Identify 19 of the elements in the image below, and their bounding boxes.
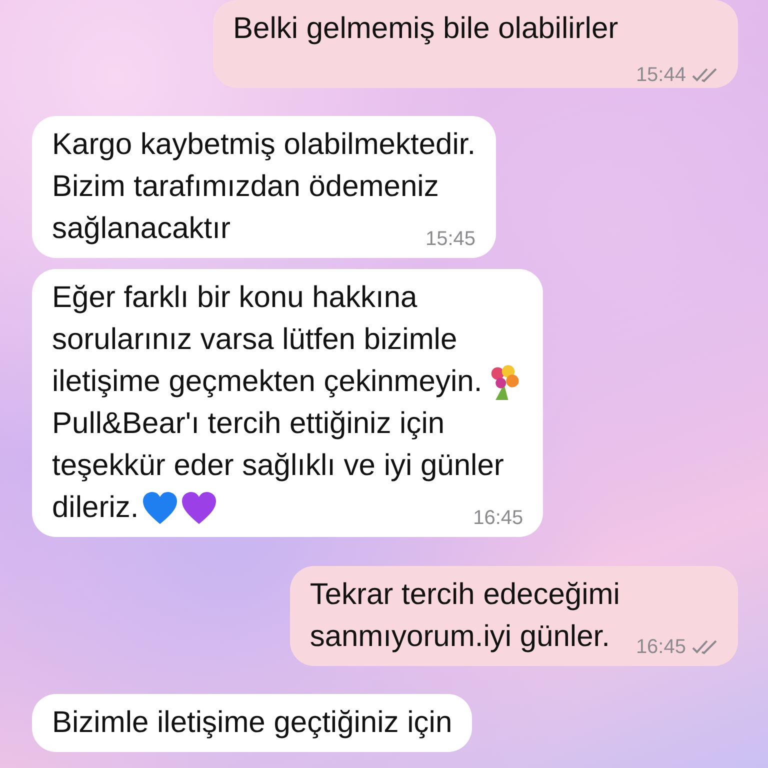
message-time: 15:45 xyxy=(425,227,476,252)
message-text: Pull&Bear'ı tercih ettiğiniz için xyxy=(52,406,445,442)
message-text: sanmıyorum.iyi günler. xyxy=(310,619,610,655)
message-text: sağlanacaktır xyxy=(52,211,230,247)
message-text: Eğer farklı bir konu hakkına xyxy=(52,280,418,316)
message-text: sorularınız varsa lütfen bizimle xyxy=(52,322,458,358)
message-time: 16:45 xyxy=(473,506,524,531)
message-time: 15:44 xyxy=(636,63,686,88)
message-text: Bizimle iletişime geçtiğiniz için xyxy=(52,705,452,741)
message-text: Kargo kaybetmiş olabilmektedir. xyxy=(52,127,476,163)
message-text: Tekrar tercih edeceğimi xyxy=(310,577,620,613)
heart-icon xyxy=(180,491,217,525)
message-text: Bizim tarafımızdan ödemeniz xyxy=(52,169,439,205)
message-text: teşekkür eder sağlıklı ve iyi günler xyxy=(52,448,504,484)
message-text: Belki gelmemiş bile olabilirler xyxy=(233,11,618,47)
message-text: iletişime geçmekten çekinmeyin. xyxy=(52,364,482,400)
message-text: dileriz. xyxy=(52,490,139,526)
heart-icon xyxy=(142,491,178,525)
message-time: 16:45 xyxy=(636,635,686,660)
